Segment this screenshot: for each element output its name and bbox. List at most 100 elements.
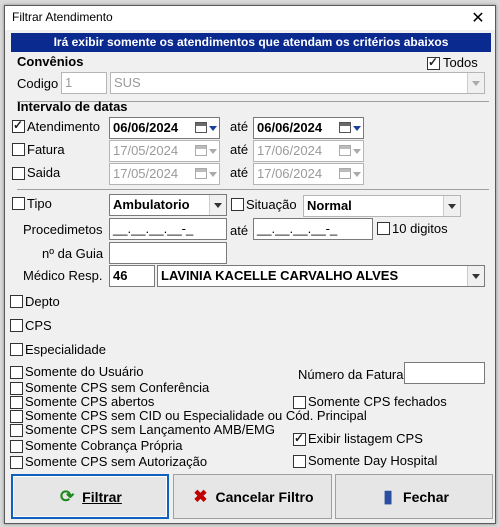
exibir-listagem-checkbox[interactable] — [293, 431, 306, 446]
fechar-button[interactable]: ▮ Fechar — [335, 474, 493, 519]
day-hospital-label: Somente Day Hospital — [308, 453, 438, 468]
somente-usuario-checkbox[interactable] — [10, 366, 23, 379]
section-intervalo: Intervalo de datas — [17, 99, 128, 114]
atendimento-checkbox[interactable] — [12, 118, 25, 133]
todos-label: Todos — [443, 55, 478, 70]
convenio-select[interactable]: SUS — [110, 72, 485, 94]
fatura-to-date[interactable]: 17/06/2024 — [253, 140, 364, 162]
convenio-select-value: SUS — [114, 75, 141, 90]
cancel-x-icon: ✖ — [193, 486, 208, 506]
sem-cid-label: Somente CPS sem CID ou Especialidade ou … — [25, 408, 367, 423]
depto-checkbox[interactable] — [10, 295, 23, 308]
abertos-checkbox[interactable] — [10, 396, 23, 409]
numero-fatura-input[interactable] — [404, 362, 485, 384]
filtrar-label: Filtrar — [82, 488, 122, 505]
fechar-label: Fechar — [403, 488, 449, 505]
depto-label: Depto — [25, 294, 60, 309]
calendar-icon[interactable] — [339, 167, 361, 181]
tipo-select[interactable]: Ambulatorio — [109, 194, 227, 216]
saida-label: Saida — [27, 165, 61, 180]
cancelar-label: Cancelar Filtro — [215, 488, 314, 505]
sem-autorizacao-checkbox[interactable] — [10, 456, 23, 469]
calendar-icon[interactable] — [339, 144, 361, 158]
atendimento-to-value: 06/06/2024 — [257, 120, 323, 135]
dez-digitos-checkbox[interactable] — [377, 222, 390, 235]
medico-code-input[interactable]: 46 — [109, 265, 155, 287]
chevron-down-icon[interactable] — [467, 266, 484, 286]
guia-label: nº da Guia — [42, 246, 104, 261]
cps-label: CPS — [25, 318, 52, 333]
situacao-select-value: Normal — [307, 198, 352, 213]
dez-digitos-label: 10 digitos — [392, 221, 448, 236]
cps-checkbox[interactable] — [10, 319, 23, 332]
close-icon[interactable]: ✕ — [469, 8, 487, 28]
saida-from-value: 17/05/2024 — [113, 166, 179, 181]
dialog-title: Filtrar Atendimento — [12, 10, 113, 24]
exit-door-icon: ▮ — [383, 486, 393, 506]
codigo-label: Codigo — [17, 76, 59, 91]
ate-label: até — [230, 165, 249, 180]
cancelar-filtro-button[interactable]: ✖ Cancelar Filtro — [173, 474, 332, 519]
situacao-select[interactable]: Normal — [303, 195, 461, 217]
cobranca-propria-checkbox[interactable] — [10, 440, 23, 453]
chevron-down-icon[interactable] — [209, 195, 226, 215]
numero-fatura-label: Número da Fatura — [298, 367, 404, 382]
chevron-down-icon[interactable] — [467, 73, 484, 93]
guia-input[interactable] — [109, 242, 227, 264]
exibir-listagem-label: Exibir listagem CPS — [308, 431, 423, 446]
medico-select[interactable]: LAVINIA KACELLE CARVALHO ALVES — [157, 265, 485, 287]
filter-dialog: Filtrar Atendimento ✕ Irá exibir somente… — [4, 5, 496, 524]
section-convenios: Convênios — [17, 54, 84, 69]
calendar-icon[interactable] — [195, 144, 217, 158]
cobranca-propria-label: Somente Cobrança Própria — [25, 438, 183, 453]
atendimento-from-date[interactable]: 06/06/2024 — [109, 117, 220, 139]
day-hospital-checkbox[interactable] — [293, 455, 306, 468]
situacao-checkbox[interactable] — [231, 198, 244, 211]
ate-label: até — [230, 142, 249, 157]
fechados-label: Somente CPS fechados — [308, 394, 447, 409]
fatura-from-value: 17/05/2024 — [113, 143, 179, 158]
especialidade-checkbox[interactable] — [10, 343, 23, 356]
sem-cid-checkbox[interactable] — [10, 410, 23, 423]
sem-lancamento-label: Somente CPS sem Lançamento AMB/EMG — [25, 422, 275, 437]
fatura-to-value: 17/06/2024 — [257, 143, 323, 158]
chevron-down-icon[interactable] — [443, 196, 460, 216]
saida-to-value: 17/06/2024 — [257, 166, 323, 181]
sem-conferencia-checkbox[interactable] — [10, 382, 23, 395]
tipo-checkbox[interactable] — [12, 197, 25, 210]
calendar-icon[interactable] — [195, 167, 217, 181]
refresh-icon: ⟳ — [60, 486, 75, 506]
calendar-icon[interactable] — [195, 121, 217, 135]
saida-checkbox[interactable] — [12, 167, 25, 180]
filtrar-button[interactable]: ⟳ Filtrar — [11, 474, 169, 519]
fatura-label: Fatura — [27, 142, 65, 157]
atendimento-label: Atendimento — [27, 119, 100, 134]
abertos-label: Somente CPS abertos — [25, 394, 155, 409]
info-banner: Irá exibir somente os atendimentos que a… — [11, 33, 491, 52]
fatura-from-date[interactable]: 17/05/2024 — [109, 140, 220, 162]
sem-lancamento-checkbox[interactable] — [10, 424, 23, 437]
title-bar: Filtrar Atendimento ✕ — [5, 6, 495, 30]
divider — [17, 189, 489, 190]
somente-usuario-label: Somente do Usuário — [25, 364, 144, 379]
medico-select-value: LAVINIA KACELLE CARVALHO ALVES — [161, 268, 399, 283]
fatura-checkbox[interactable] — [12, 143, 25, 156]
sem-conferencia-label: Somente CPS sem Conferência — [25, 380, 210, 395]
situacao-label: Situação — [246, 197, 297, 212]
ate-label: até — [230, 223, 249, 238]
procedimentos-label: Procedimetos — [23, 222, 103, 237]
atendimento-from-value: 06/06/2024 — [113, 120, 179, 135]
todos-checkbox[interactable] — [427, 55, 440, 70]
saida-from-date[interactable]: 17/05/2024 — [109, 163, 220, 185]
especialidade-label: Especialidade — [25, 342, 106, 357]
procedimento-to-input[interactable]: __.__.__.__-_ — [253, 218, 373, 240]
sem-autorizacao-label: Somente CPS sem Autorização — [25, 454, 208, 469]
fechados-checkbox[interactable] — [293, 396, 306, 409]
saida-to-date[interactable]: 17/06/2024 — [253, 163, 364, 185]
medico-label: Médico Resp. — [23, 268, 103, 283]
calendar-icon[interactable] — [339, 121, 361, 135]
codigo-input[interactable]: 1 — [61, 72, 107, 94]
tipo-label: Tipo — [27, 196, 52, 211]
procedimento-from-input[interactable]: __.__.__.__-_ — [109, 218, 227, 240]
atendimento-to-date[interactable]: 06/06/2024 — [253, 117, 364, 139]
